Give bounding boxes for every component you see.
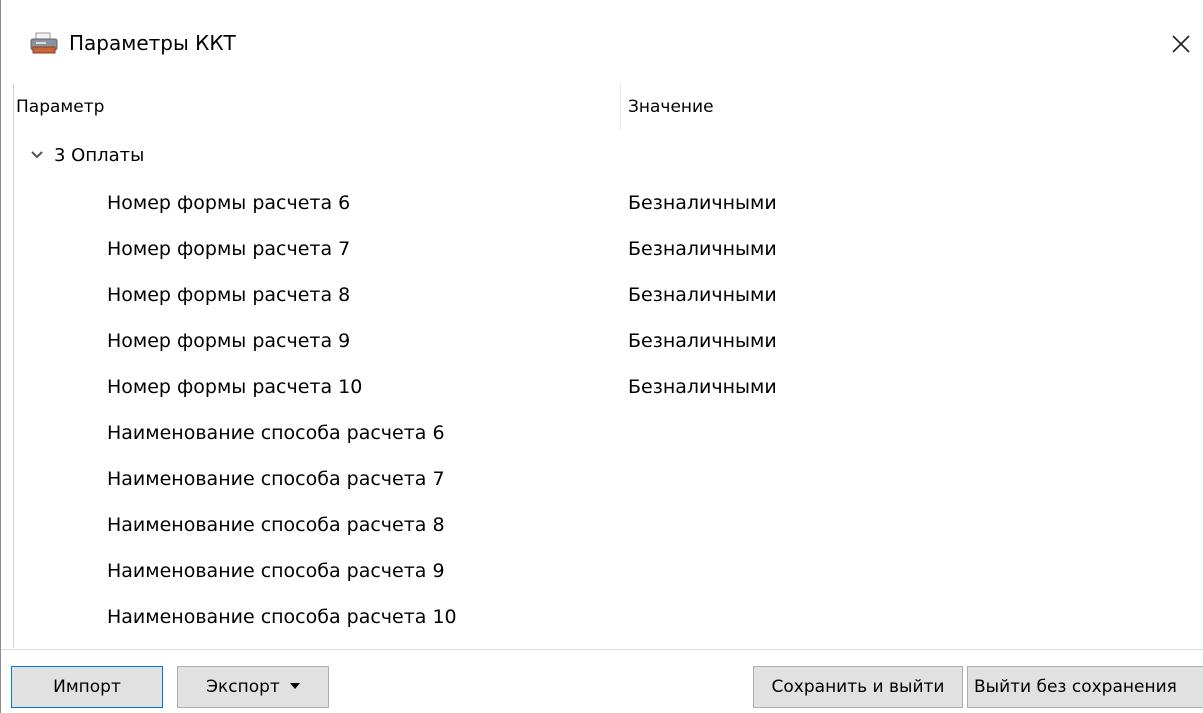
row-parameter-name: Номер формы расчета 9 (107, 330, 351, 352)
exit-without-saving-label: Выйти без сохранения (974, 677, 1177, 697)
table-row[interactable]: Наименование способа расчета 8 (14, 502, 1203, 548)
dialog-button-bar: Импорт Экспорт Сохранить и выйти Выйти б… (1, 649, 1203, 713)
dropdown-arrow-icon[interactable] (289, 682, 300, 689)
row-parameter-value[interactable]: Безналичными (628, 327, 777, 355)
row-parameter-name: Наименование способа расчета 6 (107, 422, 445, 444)
row-parameter-name: Номер формы расчета 7 (107, 238, 351, 260)
row-parameter-value[interactable]: Безналичными (628, 235, 777, 263)
row-parameter-value[interactable]: Безналичными (628, 281, 777, 309)
window-title: Параметры ККТ (69, 31, 236, 55)
chevron-down-icon[interactable] (30, 150, 44, 160)
table-row[interactable]: Номер формы расчета 10 Безналичными (14, 364, 1203, 410)
tree-group-payments[interactable]: 3 Оплаты (14, 134, 1203, 180)
parameters-tree-grid[interactable]: Параметр Значение 3 Оплаты Номер формы р… (13, 84, 1203, 647)
table-row[interactable]: Наименование способа расчета 9 (14, 548, 1203, 594)
group-label: 3 Оплаты (54, 145, 145, 166)
exit-without-saving-button[interactable]: Выйти без сохранения (967, 666, 1203, 708)
import-button[interactable]: Импорт (11, 666, 163, 708)
row-parameter-name: Наименование способа расчета 9 (107, 560, 445, 582)
grid-header: Параметр Значение (14, 84, 1203, 130)
row-parameter-value[interactable]: Безналичными (628, 189, 777, 217)
printer-icon (30, 32, 58, 54)
title-bar[interactable]: Параметры ККТ (1, 0, 1203, 88)
row-parameter-name: Наименование способа расчета 8 (107, 514, 445, 536)
table-row[interactable]: Номер формы расчета 6 Безналичными (14, 180, 1203, 226)
table-row[interactable]: Номер формы расчета 8 Безналичными (14, 272, 1203, 318)
ккт-parameters-dialog: Параметры ККТ Параметр Значение 3 Оплаты… (0, 0, 1203, 713)
save-and-exit-button[interactable]: Сохранить и выйти (753, 666, 963, 708)
export-button[interactable]: Экспорт (177, 666, 329, 708)
table-row[interactable]: Наименование способа расчета 10 (14, 594, 1203, 640)
row-parameter-name: Номер формы расчета 10 (107, 376, 363, 398)
row-parameter-name: Наименование способа расчета 10 (107, 606, 457, 628)
table-row[interactable]: Наименование способа расчета 6 (14, 410, 1203, 456)
close-icon[interactable] (1161, 24, 1201, 64)
table-row[interactable]: Наименование способа расчета 7 (14, 456, 1203, 502)
row-parameter-value[interactable]: Безналичными (628, 373, 777, 401)
row-parameter-name: Наименование способа расчета 7 (107, 468, 445, 490)
row-parameter-name: Номер формы расчета 8 (107, 284, 351, 306)
column-header-value[interactable]: Значение (628, 96, 714, 118)
column-divider[interactable] (620, 84, 621, 130)
save-and-exit-label: Сохранить и выйти (771, 677, 945, 697)
import-button-label: Импорт (53, 677, 121, 697)
table-row[interactable]: Номер формы расчета 9 Безналичными (14, 318, 1203, 364)
export-button-label: Экспорт (206, 677, 280, 697)
row-parameter-name: Номер формы расчета 6 (107, 192, 351, 214)
column-header-parameter[interactable]: Параметр (16, 96, 104, 118)
table-row[interactable]: Номер формы расчета 7 Безналичными (14, 226, 1203, 272)
